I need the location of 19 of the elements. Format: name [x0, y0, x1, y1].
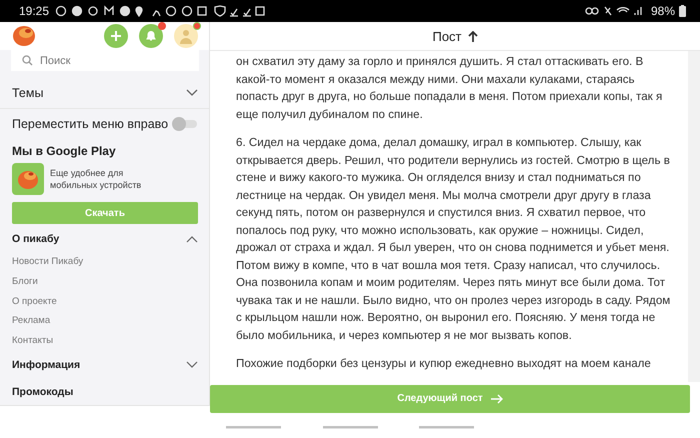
post-paragraph: он схватил эту даму за горло и принялся душить. Я стал оттаскивать его. В какой-то момент я оказался между ними. Они махали кулаками, стараясь попасть друг в друга, но больше попадали в меня. Потом приехали копы, так я еще получил дубиналом по спине.	[236, 54, 664, 122]
google-play-heading: Мы в Google Play	[11, 143, 117, 160]
post-paragraph: 6. Сидел на чердаке дома, делал домашку, играл в компьютер. Слышу, как открывается дверь. Решил, что родители вернулись из гостей. Смотрю в щель в стене и вижу какого-то мужика. Он огляделся внизу и стал подниматься по лестнице на чердак. Он увидел меня. Мы молча смотрели друг другу в глаза секунд пять, потом он развернулся и спустился вниз. Я схватил первое, что попалось под руку, что можно использовать, как оружие – ножницы. Сидел, дрожал от страха и ждал. Я был уверен, что он снова поднимется и убьет меня. Потом вижу в компе, что в чат вошла моя тетя. Сразу написал, что случилось. Она позвонила копам и моим родителям. Через пять минут все были дома. Тот чувака так и не нашли. Было видно, что он пролез через изгородь в саду. Рядом с крыльцом нашли нож. Вероятно, он выронил его. Поясняю. У меня тогда не было мобильника, и через компьютер я не мог вызвать копов.	[236, 135, 672, 344]
section-heading[interactable]: Информация	[12, 359, 80, 372]
move-menu-label: Переместить меню вправо	[12, 116, 168, 131]
sidebar-link[interactable]: Реклама	[0, 311, 209, 331]
post-paragraph: Похожие подборки без цензуры и купюр ежедневно выходят на моем канале	[236, 356, 652, 372]
status-time: 19:25	[19, 4, 50, 18]
search-field[interactable]: Поиск	[11, 50, 199, 72]
sidebar-link[interactable]: Новости Пикабу	[0, 252, 209, 272]
battery-percentage: 98%	[650, 4, 675, 18]
sidebar-link[interactable]: Блоги	[0, 271, 209, 292]
section-heading[interactable]: Промокоды	[12, 386, 74, 398]
app-description: Еще удобнее для мобильных устройств	[50, 167, 142, 192]
section-heading[interactable]: О пикабу	[12, 232, 60, 245]
page-title: Пост	[432, 28, 462, 44]
themes-label[interactable]: Темы	[12, 86, 44, 100]
sidebar-link[interactable]: О проекте	[0, 291, 209, 311]
sidebar-link[interactable]: Контакты	[0, 330, 209, 351]
